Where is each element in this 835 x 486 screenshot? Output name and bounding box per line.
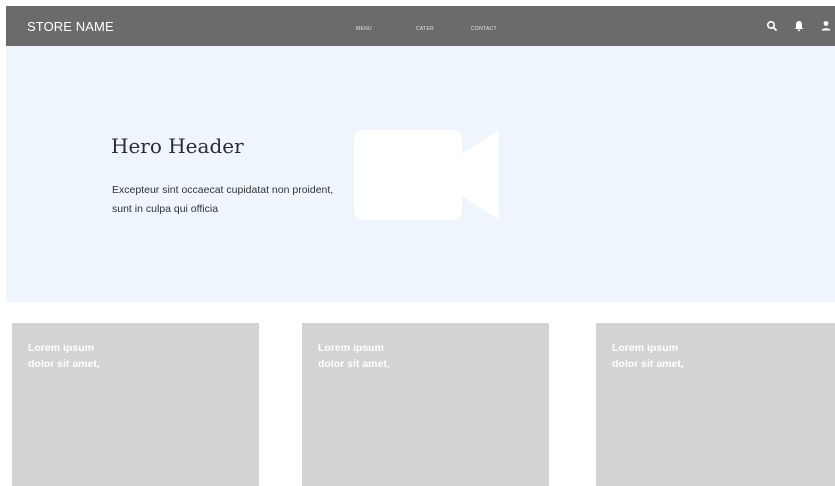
hero-section: Hero Header Excepteur sint occaecat cupi… bbox=[6, 46, 835, 302]
card-text: Lorem ipsum dolor sit amet, bbox=[612, 340, 684, 372]
content-card-2[interactable]: Lorem ipsum dolor sit amet, bbox=[302, 323, 549, 486]
content-card-1[interactable]: Lorem ipsum dolor sit amet, bbox=[12, 323, 259, 486]
video-camera-icon bbox=[354, 130, 499, 220]
hero-body-text: Excepteur sint occaecat cupidatat non pr… bbox=[112, 184, 334, 215]
card-text: Lorem ipsum dolor sit amet, bbox=[28, 340, 100, 372]
store-name-logo[interactable]: STORE NAME bbox=[27, 19, 114, 34]
search-icon[interactable] bbox=[766, 19, 778, 33]
card-text-line-2: dolor sit amet, bbox=[612, 358, 684, 370]
card-text: Lorem ipsum dolor sit amet, bbox=[318, 340, 390, 372]
nav-item-menu[interactable]: MENU bbox=[356, 26, 372, 32]
card-text-line-2: dolor sit amet, bbox=[318, 358, 390, 370]
card-text-line-1: Lorem ipsum bbox=[612, 342, 678, 354]
nav-item-cater[interactable]: CATER bbox=[416, 26, 434, 32]
user-icon[interactable] bbox=[820, 19, 832, 33]
bell-icon[interactable] bbox=[793, 19, 805, 33]
nav-item-contact[interactable]: CONTACT bbox=[471, 26, 497, 32]
card-text-line-1: Lorem ipsum bbox=[28, 342, 94, 354]
card-text-line-2: dolor sit amet, bbox=[28, 358, 100, 370]
top-navigation-bar: STORE NAME MENU CATER CONTACT bbox=[6, 6, 835, 46]
content-card-3[interactable]: Lorem ipsum dolor sit amet, bbox=[596, 323, 835, 486]
hero-header-title: Hero Header bbox=[111, 134, 244, 158]
card-text-line-1: Lorem ipsum bbox=[318, 342, 384, 354]
